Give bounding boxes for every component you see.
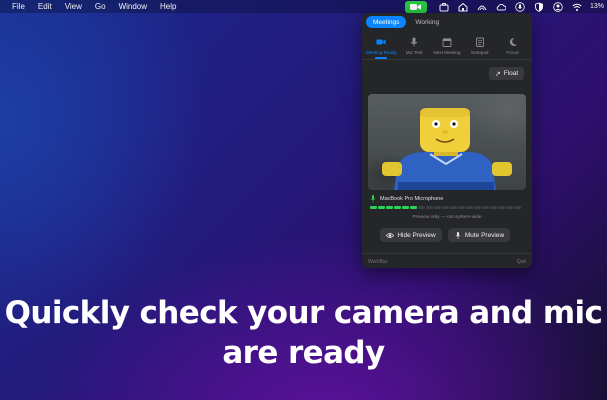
meter-segment xyxy=(506,206,513,209)
workbar-panel: Meetings Working Meeting Ready Mic Test … xyxy=(362,13,532,268)
divider xyxy=(362,59,532,60)
meter-segment xyxy=(370,206,377,209)
menu-help[interactable]: Help xyxy=(160,2,176,11)
tab-meeting-ready[interactable]: Meeting Ready xyxy=(365,35,397,69)
menu-edit[interactable]: Edit xyxy=(38,2,52,11)
arrow-up-right-icon: ↗ xyxy=(494,70,501,78)
tab-focus[interactable]: Focus xyxy=(497,35,529,69)
cloud-icon[interactable] xyxy=(496,2,506,12)
feature-tabs: Meeting Ready Mic Test Next Meeting Note… xyxy=(362,35,532,69)
menu-window[interactable]: Window xyxy=(119,2,147,11)
quit-button[interactable]: Quit xyxy=(517,259,526,265)
tab-label: Mic Test xyxy=(405,50,423,55)
menu-file[interactable]: File xyxy=(12,2,25,11)
segment-working[interactable]: Working xyxy=(408,16,446,28)
float-button[interactable]: ↗ Float xyxy=(489,67,524,80)
meter-segment xyxy=(450,206,457,209)
moon-icon xyxy=(509,37,517,46)
marketing-headline: Quickly check your camera and mic are re… xyxy=(0,293,607,373)
microphone-icon xyxy=(370,195,376,203)
float-label: Float xyxy=(503,70,519,77)
menu-bar: File Edit View Go Window Help 13% xyxy=(0,0,607,13)
meter-segment xyxy=(386,206,393,209)
calendar-icon xyxy=(442,38,452,47)
menu-go[interactable]: Go xyxy=(95,2,106,11)
eye-icon xyxy=(386,232,395,238)
meter-segment xyxy=(402,206,409,209)
meter-segment xyxy=(466,206,473,209)
meter-segment xyxy=(394,206,401,209)
meter-segment xyxy=(418,206,425,209)
tab-mic-test[interactable]: Mic Test xyxy=(398,35,430,69)
meter-segment xyxy=(482,206,489,209)
user-icon[interactable] xyxy=(553,1,563,12)
headline-line-1: Quickly check your camera and mic xyxy=(4,295,603,331)
tab-label: Notepad xyxy=(471,50,489,55)
battery-level[interactable]: 13% xyxy=(590,3,604,10)
segment-meetings[interactable]: Meetings xyxy=(366,16,407,28)
headline-line-2: are ready xyxy=(222,335,385,371)
arc-icon[interactable] xyxy=(477,2,487,12)
tab-next-meeting[interactable]: Next Meeting xyxy=(431,35,463,69)
meter-segment xyxy=(410,206,417,209)
meter-segment xyxy=(490,206,497,209)
camera-feed-image xyxy=(382,108,512,190)
microphone-name: MacBook Pro Microphone xyxy=(380,196,444,202)
meter-segment xyxy=(426,206,433,209)
meter-segment xyxy=(442,206,449,209)
mute-preview-button[interactable]: Mute Preview xyxy=(448,228,510,242)
meter-segment xyxy=(498,206,505,209)
divider xyxy=(362,253,532,254)
menu-items: File Edit View Go Window Help xyxy=(0,2,189,11)
panel-footer: WorkBar Quit xyxy=(368,259,526,265)
meter-segment xyxy=(378,206,385,209)
microphone-row: MacBook Pro Microphone xyxy=(370,195,443,203)
home-icon[interactable] xyxy=(458,2,468,12)
camera-preview xyxy=(368,94,526,190)
microphone-icon xyxy=(410,37,418,47)
mode-segmented-control: Meetings Working xyxy=(366,16,448,28)
notepad-icon xyxy=(475,37,484,47)
tab-label: Meeting Ready xyxy=(365,50,397,55)
meter-segment xyxy=(434,206,441,209)
tab-notepad[interactable]: Notepad xyxy=(464,35,496,69)
menu-view[interactable]: View xyxy=(65,2,82,11)
preview-caption: Preview only — not system-wide xyxy=(412,215,482,220)
meter-segment xyxy=(474,206,481,209)
video-camera-icon xyxy=(376,39,386,45)
status-items: 13% xyxy=(404,0,604,13)
meter-segment xyxy=(458,206,465,209)
video-camera-icon[interactable] xyxy=(404,0,427,13)
microphone-icon[interactable] xyxy=(515,1,525,12)
tab-label: Focus xyxy=(506,50,519,55)
briefcase-icon[interactable] xyxy=(439,2,449,12)
hide-preview-label: Hide Preview xyxy=(397,231,436,239)
hide-preview-button[interactable]: Hide Preview xyxy=(380,228,442,242)
meter-segment xyxy=(514,206,521,209)
microphone-icon xyxy=(455,231,461,239)
shield-icon[interactable] xyxy=(534,2,544,12)
app-name: WorkBar xyxy=(368,259,388,265)
wifi-icon[interactable] xyxy=(572,2,582,12)
mute-preview-label: Mute Preview xyxy=(464,231,505,239)
tab-label: Next Meeting xyxy=(433,50,461,55)
mic-level-meter xyxy=(370,206,524,209)
